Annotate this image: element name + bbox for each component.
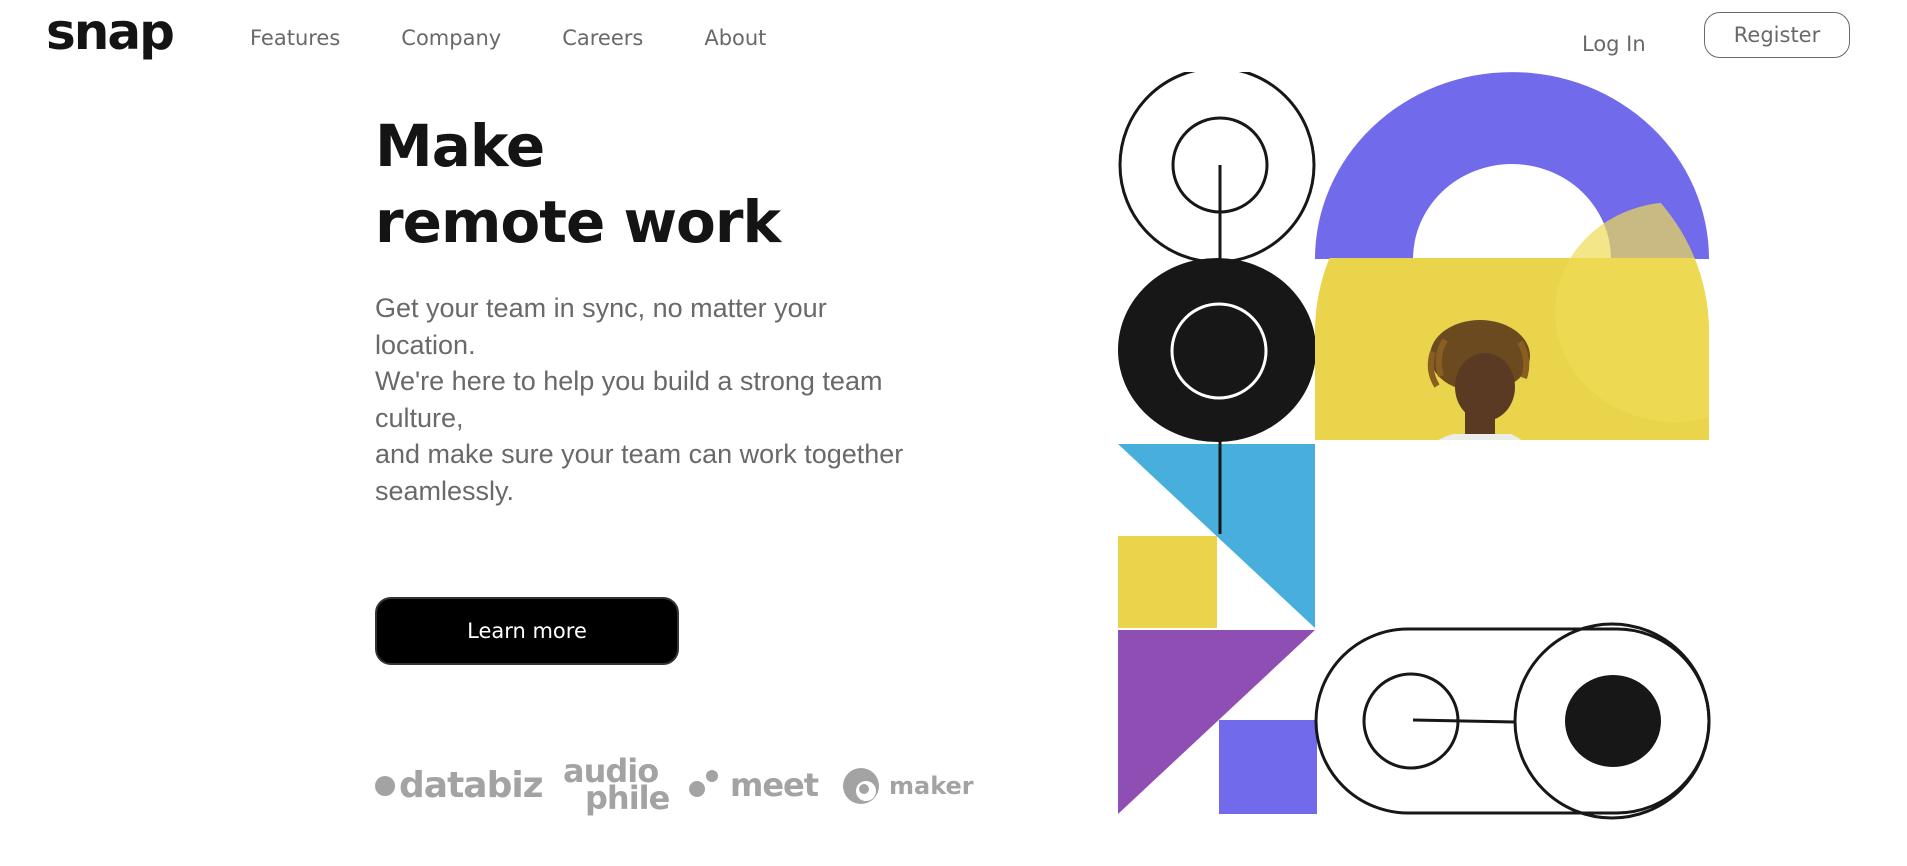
- circle-icon: [843, 768, 879, 804]
- two-dots-icon: [689, 770, 718, 797]
- client-logo-meet: meet: [689, 766, 820, 804]
- main-nav: Features Company Careers About: [250, 24, 827, 52]
- hero-description: Get your team in sync, no matter your lo…: [375, 290, 975, 509]
- client-logo-audiophile: audio phile: [563, 752, 671, 817]
- client-logo-text: meet: [730, 766, 819, 804]
- client-logo-text: databiz: [399, 765, 543, 806]
- brand-logo[interactable]: snap: [46, 2, 175, 62]
- connector-line: [1412, 718, 1516, 724]
- yellow-square-shape: [1118, 536, 1217, 628]
- nav-item-about[interactable]: About: [704, 24, 766, 52]
- description-line: seamlessly.: [375, 475, 515, 506]
- hero-illustration: [1118, 72, 1711, 820]
- hero-photo: [1315, 202, 1709, 558]
- nav-item-features[interactable]: Features: [250, 24, 340, 52]
- description-line: culture,: [375, 402, 464, 433]
- client-logos: databiz audio phile meet maker: [375, 752, 974, 817]
- dot-icon: [375, 776, 395, 796]
- solid-dot-shape: [1565, 675, 1661, 767]
- description-line: We're here to help you build a strong te…: [375, 366, 883, 396]
- client-logo-text: phile: [585, 779, 670, 817]
- black-circle-shape: [1118, 258, 1316, 442]
- description-line: and make sure your team can work togethe…: [375, 439, 904, 469]
- register-button[interactable]: Register: [1704, 12, 1850, 58]
- client-logo-databiz: databiz: [375, 765, 544, 806]
- headline-line-2: remote work: [375, 188, 781, 256]
- nav-item-careers[interactable]: Careers: [562, 24, 643, 52]
- laptop-icon: [1555, 450, 1697, 558]
- purple-square-shape: [1219, 720, 1317, 814]
- client-logo-maker: maker: [843, 768, 974, 804]
- description-line: Get your team in sync, no matter your: [375, 293, 827, 323]
- hero-headline: Make remote work: [375, 108, 781, 260]
- login-link[interactable]: Log In: [1582, 30, 1646, 58]
- outline-ring-shape: [1118, 72, 1316, 264]
- nav-item-company[interactable]: Company: [401, 24, 501, 52]
- description-line: location.: [375, 329, 476, 360]
- headline-line-1: Make: [375, 112, 545, 180]
- learn-more-button[interactable]: Learn more: [375, 597, 679, 665]
- client-logo-text: maker: [889, 772, 974, 800]
